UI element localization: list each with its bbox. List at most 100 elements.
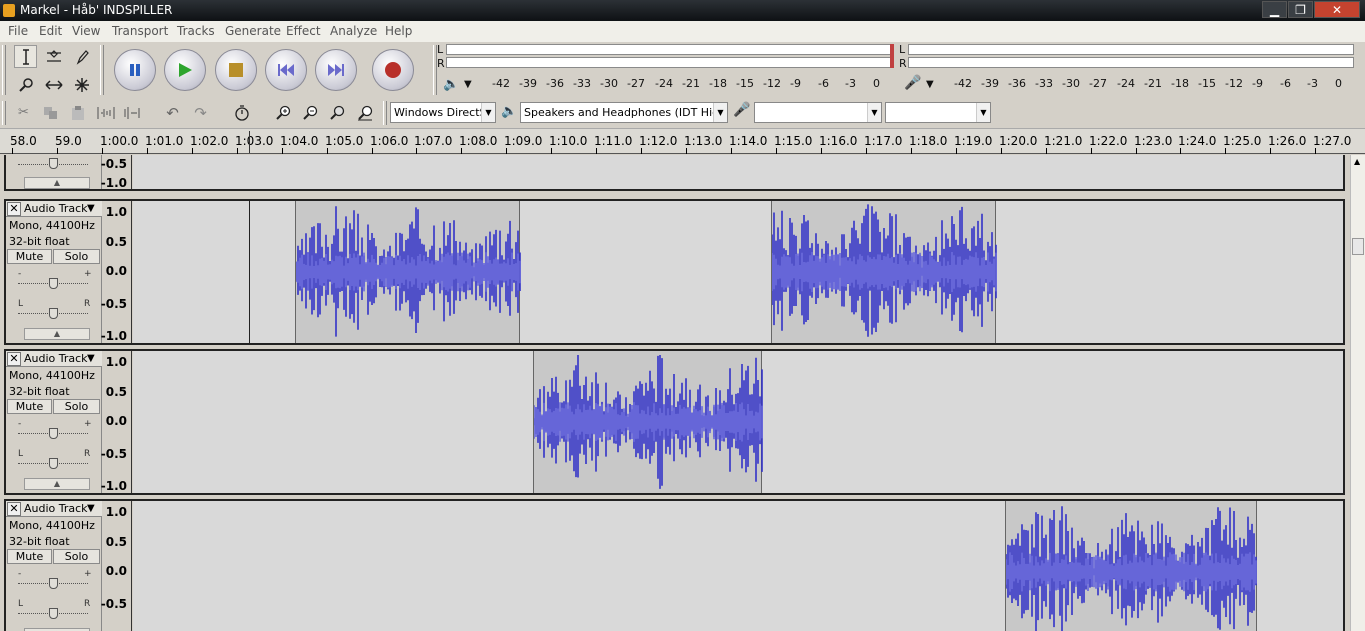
- trim-icon[interactable]: [94, 101, 117, 124]
- track-name-bar[interactable]: ✕ Audio Track ▼: [6, 501, 102, 517]
- chevron-down-icon[interactable]: ▼: [926, 79, 934, 90]
- chevron-down-icon[interactable]: ▼: [87, 503, 95, 514]
- multi-tool-icon[interactable]: [70, 73, 93, 96]
- gain-slider-thumb[interactable]: [49, 578, 58, 589]
- play-meter-peak: [890, 44, 894, 68]
- copy-icon[interactable]: [39, 101, 62, 124]
- toolbar-grip[interactable]: [383, 101, 387, 125]
- toolbar-grip[interactable]: [100, 45, 104, 95]
- selection-tool-icon[interactable]: [14, 45, 37, 68]
- output-device-select[interactable]: Speakers and Headphones (IDT High D ▼: [520, 102, 728, 123]
- pause-button[interactable]: [114, 49, 156, 91]
- skip-end-button[interactable]: [315, 49, 357, 91]
- menu-analyze[interactable]: Analyze: [330, 24, 377, 38]
- fit-selection-icon[interactable]: [325, 101, 348, 124]
- meter-tick-label: -39: [981, 77, 999, 90]
- pan-slider-thumb[interactable]: [49, 308, 58, 319]
- draw-tool-icon[interactable]: [70, 45, 93, 68]
- fit-project-icon[interactable]: [353, 101, 376, 124]
- collapse-button[interactable]: ▲: [24, 328, 90, 340]
- waveform-area[interactable]: [133, 351, 1343, 493]
- silence-icon[interactable]: [121, 101, 144, 124]
- collapse-button[interactable]: ▲: [24, 478, 90, 490]
- audio-track[interactable]: ✕ Audio Track ▼ Mono, 44100Hz 32-bit float Mu…: [4, 199, 1345, 345]
- track-name[interactable]: Audio Track: [24, 352, 88, 365]
- menu-file[interactable]: File: [8, 24, 28, 38]
- menu-edit[interactable]: Edit: [39, 24, 62, 38]
- track-name-bar[interactable]: ✕ Audio Track ▼: [6, 201, 102, 217]
- audio-track[interactable]: ✕ Audio Track ▼ Mono, 44100Hz 32-bit float Mu…: [4, 499, 1345, 631]
- menu-generate[interactable]: Generate: [225, 24, 281, 38]
- waveform-area[interactable]: [133, 155, 1343, 189]
- gain-slider-thumb[interactable]: [49, 278, 58, 289]
- timeline-ruler[interactable]: 58.0 59.0 1:00.0 1:01.0 1:02.0 1:03.0 1:04.0 1:…: [0, 128, 1365, 154]
- mute-button[interactable]: Mute: [7, 399, 52, 414]
- cut-icon[interactable]: ✂: [12, 101, 35, 124]
- sync-lock-icon[interactable]: [230, 101, 253, 124]
- maximize-button[interactable]: ❐: [1288, 1, 1313, 18]
- pan-slider-thumb[interactable]: [49, 608, 58, 619]
- pan-slider-thumb[interactable]: [49, 158, 58, 169]
- play-meter-right[interactable]: [446, 57, 892, 68]
- waveform-area[interactable]: [133, 501, 1343, 631]
- vertical-scale: 1.0 0.5 0.0 -0.5 -1.0: [101, 351, 132, 493]
- audio-host-select[interactable]: Windows DirectSo ▼: [390, 102, 496, 123]
- scroll-up-icon[interactable]: ▲: [1354, 157, 1360, 166]
- solo-button[interactable]: Solo: [53, 549, 100, 564]
- envelope-tool-icon[interactable]: [42, 45, 65, 68]
- chevron-down-icon[interactable]: ▼: [87, 353, 95, 364]
- redo-icon[interactable]: ↷: [189, 101, 212, 124]
- mute-button[interactable]: Mute: [7, 549, 52, 564]
- audio-clip[interactable]: [295, 201, 521, 343]
- solo-button[interactable]: Solo: [53, 399, 100, 414]
- zoom-tool-icon[interactable]: [14, 73, 37, 96]
- collapse-button[interactable]: ▲: [24, 177, 90, 189]
- audio-track[interactable]: ✕ Audio Track ▼ Mono, 44100Hz 32-bit float Mu…: [4, 349, 1345, 495]
- menu-tracks[interactable]: Tracks: [177, 24, 215, 38]
- gain-slider-thumb[interactable]: [49, 428, 58, 439]
- input-device-select[interactable]: ▼: [754, 102, 882, 123]
- close-track-icon[interactable]: ✕: [7, 502, 21, 516]
- vertical-scrollbar[interactable]: ▲: [1350, 155, 1365, 631]
- track-name-bar[interactable]: ✕ Audio Track ▼: [6, 351, 102, 367]
- mute-button[interactable]: Mute: [7, 249, 52, 264]
- scrollbar-thumb[interactable]: [1352, 238, 1364, 255]
- input-channels-select[interactable]: ▼: [885, 102, 991, 123]
- skip-start-button[interactable]: [265, 49, 307, 91]
- record-button[interactable]: [372, 49, 414, 91]
- audio-clip[interactable]: [1005, 501, 1257, 631]
- audio-clip[interactable]: [533, 351, 763, 493]
- solo-button[interactable]: Solo: [53, 249, 100, 264]
- close-track-icon[interactable]: ✕: [7, 352, 21, 366]
- track-name[interactable]: Audio Track: [24, 202, 88, 215]
- microphone-icon[interactable]: 🎤: [904, 75, 921, 91]
- menu-view[interactable]: View: [72, 24, 100, 38]
- undo-icon[interactable]: ↶: [161, 101, 184, 124]
- close-button[interactable]: ✕: [1314, 1, 1360, 18]
- audio-clip[interactable]: [771, 201, 997, 343]
- pan-slider-thumb[interactable]: [49, 458, 58, 469]
- stop-button[interactable]: [215, 49, 257, 91]
- chevron-down-icon[interactable]: ▼: [464, 79, 472, 90]
- waveform-area[interactable]: [133, 201, 1343, 343]
- zoom-out-icon[interactable]: [298, 101, 321, 124]
- menu-help[interactable]: Help: [385, 24, 412, 38]
- meter-tick-label: 0: [1335, 77, 1342, 90]
- minimize-button[interactable]: ▁: [1262, 1, 1287, 18]
- toolbar-grip[interactable]: [2, 101, 6, 125]
- play-button[interactable]: [164, 49, 206, 91]
- speaker-icon[interactable]: 🔈: [443, 77, 459, 92]
- close-track-icon[interactable]: ✕: [7, 202, 21, 216]
- timeshift-tool-icon[interactable]: [42, 73, 65, 96]
- playhead-marker[interactable]: [249, 131, 250, 153]
- rec-meter-left[interactable]: [908, 44, 1354, 55]
- zoom-in-icon[interactable]: [271, 101, 294, 124]
- chevron-down-icon[interactable]: ▼: [87, 203, 95, 214]
- rec-meter-right[interactable]: [908, 57, 1354, 68]
- track-name[interactable]: Audio Track: [24, 502, 88, 515]
- paste-icon[interactable]: [66, 101, 89, 124]
- menu-transport[interactable]: Transport: [112, 24, 168, 38]
- toolbar-grip[interactable]: [2, 45, 6, 95]
- menu-effect[interactable]: Effect: [286, 24, 321, 38]
- play-meter-left[interactable]: [446, 44, 892, 55]
